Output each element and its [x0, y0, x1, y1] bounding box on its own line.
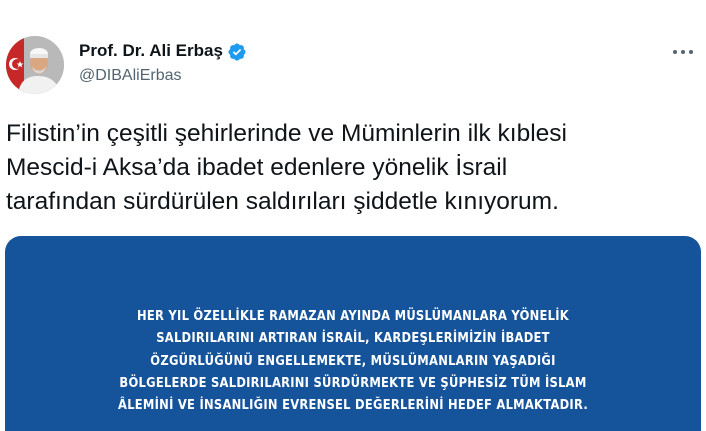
tweet-card: Prof. Dr. Ali Erbaş @DIBAliErbas Filisti…	[0, 0, 706, 431]
tweet-media-image[interactable]: HER YIL ÖZELLİKLE RAMAZAN AYINDA MÜSLÜMA…	[5, 236, 701, 431]
verified-badge-icon	[227, 42, 247, 62]
tweet-text: Filistin’in çeşitli şehirlerinde ve Mümi…	[6, 120, 567, 215]
author-avatar[interactable]	[6, 36, 64, 94]
author-name[interactable]: Prof. Dr. Ali Erbaş	[79, 41, 223, 61]
media-image-text: HER YIL ÖZELLİKLE RAMAZAN AYINDA MÜSLÜMA…	[118, 309, 588, 414]
profile-avatar-image	[6, 36, 64, 94]
author-handle[interactable]: @DIBAliErbas	[79, 67, 182, 85]
more-options-icon	[673, 50, 693, 54]
author-name-row: Prof. Dr. Ali Erbaş	[79, 41, 247, 61]
more-options-button[interactable]	[670, 42, 696, 62]
